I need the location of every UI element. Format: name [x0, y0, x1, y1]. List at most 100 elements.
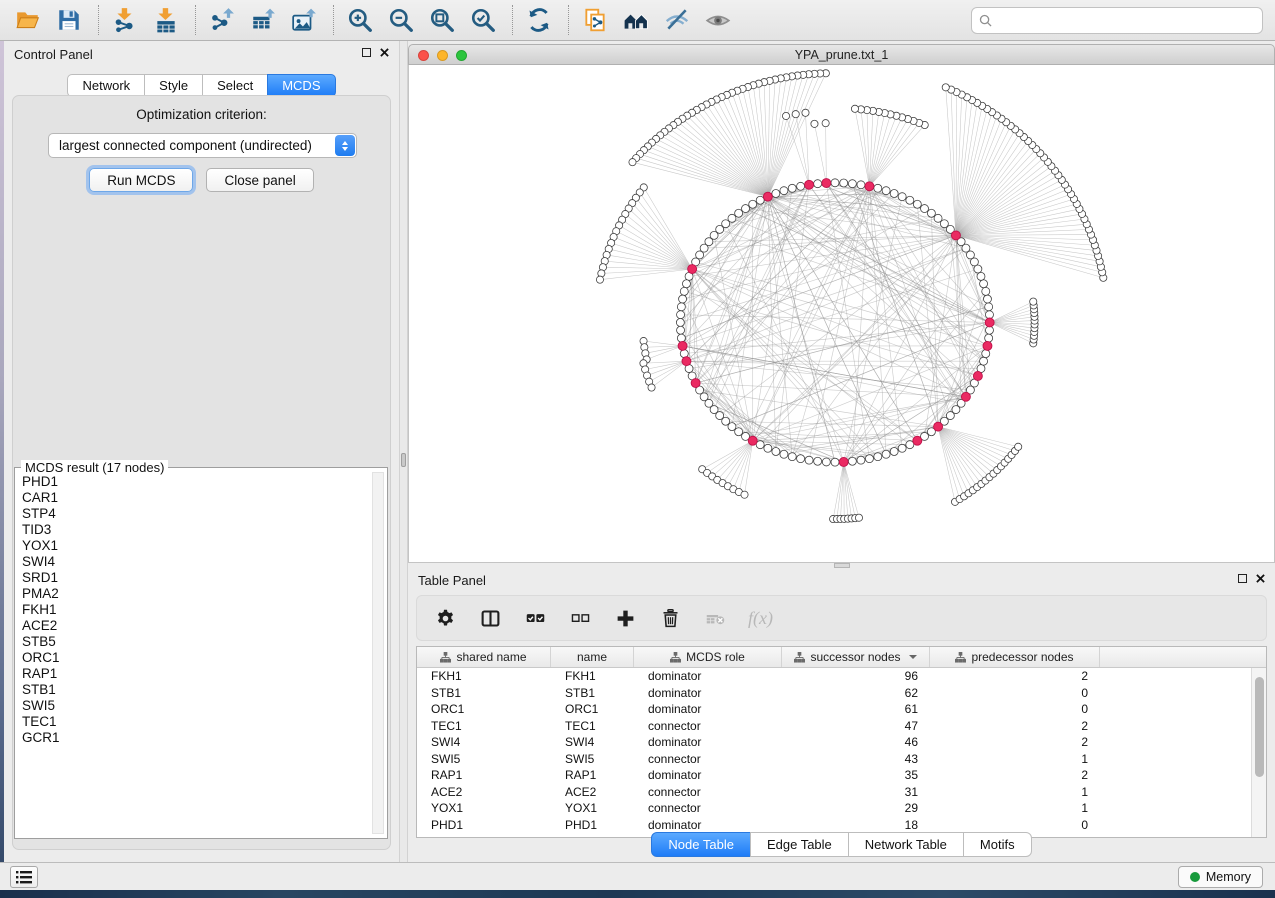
graph-node[interactable]: [680, 287, 688, 295]
memory-button[interactable]: Memory: [1178, 866, 1263, 888]
graph-node[interactable]: [676, 318, 684, 326]
splitter-grip[interactable]: [834, 563, 850, 568]
float-panel-icon[interactable]: [1238, 574, 1247, 583]
graph-node[interactable]: [772, 189, 780, 197]
graph-node[interactable]: [735, 428, 743, 436]
graph-hub-node[interactable]: [961, 392, 970, 401]
graph-node[interactable]: [840, 179, 848, 187]
column-header-shared-name[interactable]: shared name: [417, 647, 551, 667]
graph-hub-node[interactable]: [682, 357, 691, 366]
graph-node[interactable]: [985, 326, 993, 334]
graph-node[interactable]: [780, 187, 788, 195]
graph-node[interactable]: [805, 456, 813, 464]
mcds-result-item[interactable]: STB5: [22, 634, 371, 650]
graph-node[interactable]: [814, 180, 822, 188]
network-window-titlebar[interactable]: YPA_prune.txt_1: [408, 44, 1275, 65]
vertical-splitter[interactable]: [399, 41, 408, 862]
tab-select[interactable]: Select: [202, 74, 268, 97]
graph-hub-node[interactable]: [865, 182, 874, 191]
delete-row-button[interactable]: [658, 606, 682, 630]
graph-node[interactable]: [742, 205, 750, 213]
zoom-out-button[interactable]: [385, 4, 417, 36]
show-columns-button[interactable]: [478, 606, 502, 630]
graph-node[interactable]: [764, 444, 772, 452]
graph-node[interactable]: [679, 295, 687, 303]
graph-hub-node[interactable]: [913, 436, 922, 445]
graph-node[interactable]: [788, 184, 796, 192]
export-table-button[interactable]: [247, 4, 279, 36]
mcds-result-item[interactable]: SRD1: [22, 570, 371, 586]
save-session-button[interactable]: [53, 4, 85, 36]
graph-hub-node[interactable]: [822, 179, 831, 188]
table-row[interactable]: TEC1TEC1connector472: [417, 718, 1266, 735]
table-row[interactable]: YOX1YOX1connector291: [417, 800, 1266, 817]
graph-hub-node[interactable]: [839, 457, 848, 466]
column-header-predecessor-nodes[interactable]: predecessor nodes: [930, 647, 1100, 667]
table-row[interactable]: PHD1PHD1dominator180: [417, 817, 1266, 834]
column-header-name[interactable]: name: [551, 647, 634, 667]
graph-node[interactable]: [913, 200, 921, 208]
graph-node[interactable]: [982, 287, 990, 295]
graph-node[interactable]: [682, 280, 690, 288]
table-row[interactable]: FKH1FKH1dominator962: [417, 668, 1266, 685]
table-row[interactable]: SWI5SWI5connector431: [417, 751, 1266, 768]
mcds-result-item[interactable]: ORC1: [22, 650, 371, 666]
mcds-result-item[interactable]: FKH1: [22, 602, 371, 618]
graph-node[interactable]: [756, 196, 764, 204]
graph-hub-node[interactable]: [983, 341, 992, 350]
mcds-result-item[interactable]: SWI5: [22, 698, 371, 714]
graph-leaf-node[interactable]: [942, 84, 949, 91]
graph-node[interactable]: [921, 205, 929, 213]
graph-hub-node[interactable]: [951, 231, 960, 240]
mcds-result-item[interactable]: SWI4: [22, 554, 371, 570]
graph-hub-node[interactable]: [691, 379, 700, 388]
close-panel-icon[interactable]: [380, 48, 389, 57]
mcds-result-item[interactable]: YOX1: [22, 538, 371, 554]
graph-leaf-node[interactable]: [851, 105, 858, 112]
graph-node[interactable]: [677, 303, 685, 311]
graph-node[interactable]: [898, 193, 906, 201]
table-scrollbar[interactable]: [1251, 668, 1266, 837]
import-table-button[interactable]: [150, 4, 182, 36]
graph-hub-node[interactable]: [763, 192, 772, 201]
graph-node[interactable]: [749, 200, 757, 208]
graph-leaf-node[interactable]: [792, 111, 799, 118]
mcds-result-item[interactable]: GCR1: [22, 730, 371, 746]
export-image-button[interactable]: [288, 4, 320, 36]
import-network-button[interactable]: [109, 4, 141, 36]
graph-hub-node[interactable]: [805, 180, 814, 189]
graph-node[interactable]: [985, 334, 993, 342]
splitter-grip[interactable]: [401, 453, 406, 467]
graph-node[interactable]: [857, 181, 865, 189]
graph-leaf-node[interactable]: [802, 109, 809, 116]
graph-node[interactable]: [848, 457, 856, 465]
graph-hub-node[interactable]: [748, 436, 757, 445]
graph-node[interactable]: [677, 326, 685, 334]
float-panel-icon[interactable]: [362, 48, 371, 57]
run-mcds-button[interactable]: Run MCDS: [89, 168, 193, 192]
graph-node[interactable]: [927, 209, 935, 217]
column-header-MCDS-role[interactable]: MCDS role: [634, 647, 782, 667]
mcds-result-list[interactable]: PHD1CAR1STP4TID3YOX1SWI4SRD1PMA2FKH1ACE2…: [15, 474, 371, 834]
column-header-successor-nodes[interactable]: successor nodes: [782, 647, 930, 667]
tab-edge-table[interactable]: Edge Table: [750, 832, 849, 857]
mcds-result-item[interactable]: PMA2: [22, 586, 371, 602]
mcds-result-item[interactable]: TID3: [22, 522, 371, 538]
graph-node[interactable]: [848, 180, 856, 188]
graph-node[interactable]: [822, 458, 830, 466]
mcds-result-scrollbar[interactable]: [372, 472, 384, 834]
table-row[interactable]: RAP1RAP1dominator352: [417, 767, 1266, 784]
mcds-result-item[interactable]: STB1: [22, 682, 371, 698]
scrollbar-thumb[interactable]: [1255, 677, 1264, 777]
mcds-result-item[interactable]: CAR1: [22, 490, 371, 506]
graph-hub-node[interactable]: [934, 422, 943, 431]
graph-leaf-node[interactable]: [855, 514, 862, 521]
graph-leaf-node[interactable]: [811, 120, 818, 127]
graph-node[interactable]: [890, 447, 898, 455]
graph-hub-node[interactable]: [973, 371, 982, 380]
graph-node[interactable]: [735, 209, 743, 217]
network-graph[interactable]: [409, 65, 1274, 562]
graph-node[interactable]: [934, 214, 942, 222]
open-session-button[interactable]: [12, 4, 44, 36]
tab-mcds[interactable]: MCDS: [267, 74, 335, 97]
